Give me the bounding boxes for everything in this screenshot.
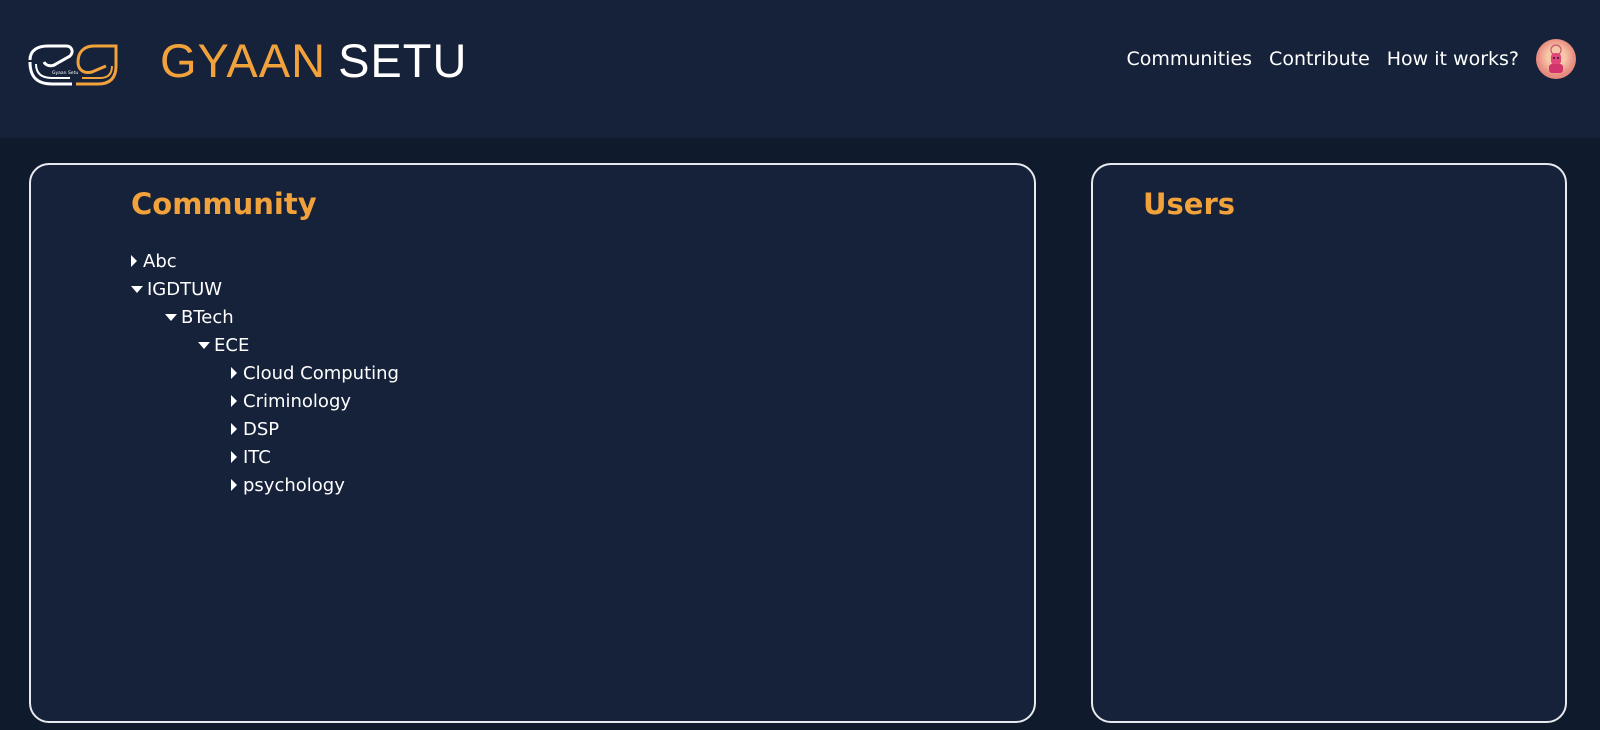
community-tree: Abc IGDTUW BTech ECE Cloud Computing Cri… bbox=[131, 247, 399, 499]
caret-down-icon bbox=[165, 313, 177, 321]
community-panel: Community Abc IGDTUW BTech ECE Cloud Com… bbox=[29, 163, 1036, 723]
tree-node-label: psychology bbox=[243, 474, 345, 496]
brand-title-part1: GYAAN bbox=[160, 34, 327, 87]
tree-node-itc[interactable]: ITC bbox=[231, 443, 399, 471]
tree-node-btech[interactable]: BTech bbox=[165, 303, 399, 331]
caret-right-icon bbox=[231, 479, 237, 491]
tree-node-label: Criminology bbox=[243, 390, 352, 412]
users-title: Users bbox=[1143, 187, 1236, 221]
tree-node-psychology[interactable]: psychology bbox=[231, 471, 399, 499]
tree-node-label: IGDTUW bbox=[147, 278, 223, 300]
tree-node-cloud-computing[interactable]: Cloud Computing bbox=[231, 359, 399, 387]
user-avatar-icon[interactable] bbox=[1536, 39, 1576, 79]
tree-node-abc[interactable]: Abc bbox=[131, 247, 399, 275]
nav-how-it-works[interactable]: How it works? bbox=[1387, 48, 1519, 70]
caret-down-icon bbox=[198, 341, 210, 349]
users-panel: Users bbox=[1091, 163, 1567, 723]
logo-text: Gyaan Setu bbox=[52, 70, 78, 76]
tree-node-dsp[interactable]: DSP bbox=[231, 415, 399, 443]
tree-node-ece[interactable]: ECE bbox=[198, 331, 399, 359]
nav-contribute[interactable]: Contribute bbox=[1269, 48, 1370, 70]
caret-right-icon bbox=[231, 395, 237, 407]
caret-right-icon bbox=[131, 255, 137, 267]
brand-title[interactable]: GYAAN SETU bbox=[160, 30, 467, 92]
community-title: Community bbox=[131, 187, 317, 221]
caret-right-icon bbox=[231, 423, 237, 435]
caret-down-icon bbox=[131, 285, 143, 293]
caret-right-icon bbox=[231, 367, 237, 379]
caret-right-icon bbox=[231, 451, 237, 463]
tree-node-criminology[interactable]: Criminology bbox=[231, 387, 399, 415]
gyaan-setu-logo[interactable]: Gyaan Setu bbox=[26, 42, 120, 90]
tree-node-label: Cloud Computing bbox=[243, 362, 399, 384]
brand-title-part2: SETU bbox=[338, 34, 468, 87]
tree-node-igdtuw[interactable]: IGDTUW bbox=[131, 275, 399, 303]
main-nav: Communities Contribute How it works? bbox=[1126, 38, 1576, 80]
tree-node-label: ITC bbox=[243, 446, 271, 468]
tree-node-label: Abc bbox=[143, 250, 177, 272]
tree-node-label: BTech bbox=[181, 306, 234, 328]
tree-node-label: ECE bbox=[214, 334, 250, 356]
avatar-figure bbox=[1549, 44, 1563, 73]
nav-communities[interactable]: Communities bbox=[1126, 48, 1252, 70]
tree-node-label: DSP bbox=[243, 418, 280, 440]
top-header: Gyaan Setu GYAAN SETU Communities Contrib… bbox=[0, 0, 1600, 138]
